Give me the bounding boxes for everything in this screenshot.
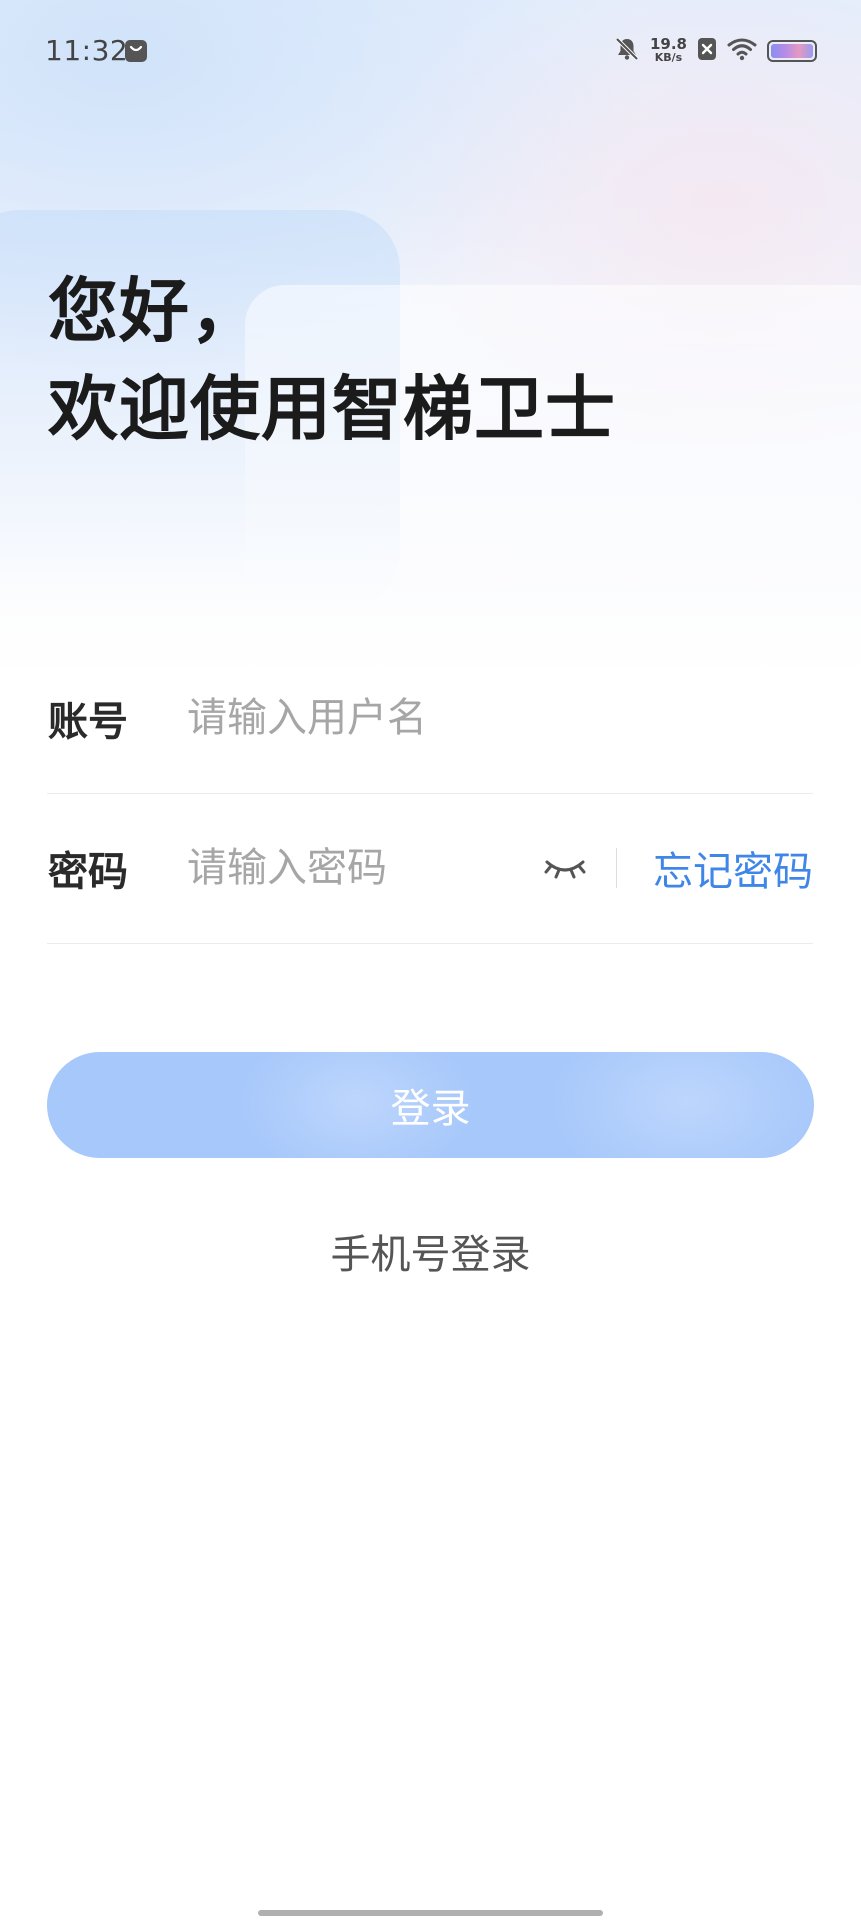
bell-off-icon xyxy=(614,36,640,66)
sim-off-icon xyxy=(697,37,717,65)
wifi-icon xyxy=(727,37,757,65)
status-bar: 11:32 19.8 KB/s xyxy=(0,0,861,100)
account-label: 账号 xyxy=(48,699,128,745)
status-time: 11:32 xyxy=(45,34,129,67)
network-speed-value: 19.8 xyxy=(649,35,687,53)
phone-login-link[interactable]: 手机号登录 xyxy=(0,1222,861,1280)
username-input[interactable] xyxy=(187,688,547,748)
welcome-heading: 您好， 欢迎使用智梯卫士 xyxy=(48,262,616,458)
eye-closed-icon[interactable] xyxy=(541,853,589,883)
network-speed: 19.8 KB/s xyxy=(650,37,687,65)
login-button[interactable]: 登录 xyxy=(47,1052,814,1158)
network-speed-unit: KB/s xyxy=(654,51,683,64)
vertical-divider xyxy=(616,848,617,888)
home-indicator[interactable] xyxy=(258,1910,603,1916)
forgot-password-link[interactable]: 忘记密码 xyxy=(653,839,813,897)
battery-level xyxy=(771,44,813,58)
status-icons: 19.8 KB/s xyxy=(614,34,817,68)
greeting-line-2: 欢迎使用智梯卫士 xyxy=(48,368,616,450)
shopping-bag-notification-icon xyxy=(124,39,148,63)
password-row: 密码 忘记密码 xyxy=(47,793,813,944)
battery-icon xyxy=(767,40,817,62)
account-row: 账号 xyxy=(47,643,813,794)
greeting-line-1: 您好， xyxy=(48,270,261,352)
password-label: 密码 xyxy=(48,849,128,895)
password-input[interactable] xyxy=(187,838,517,898)
